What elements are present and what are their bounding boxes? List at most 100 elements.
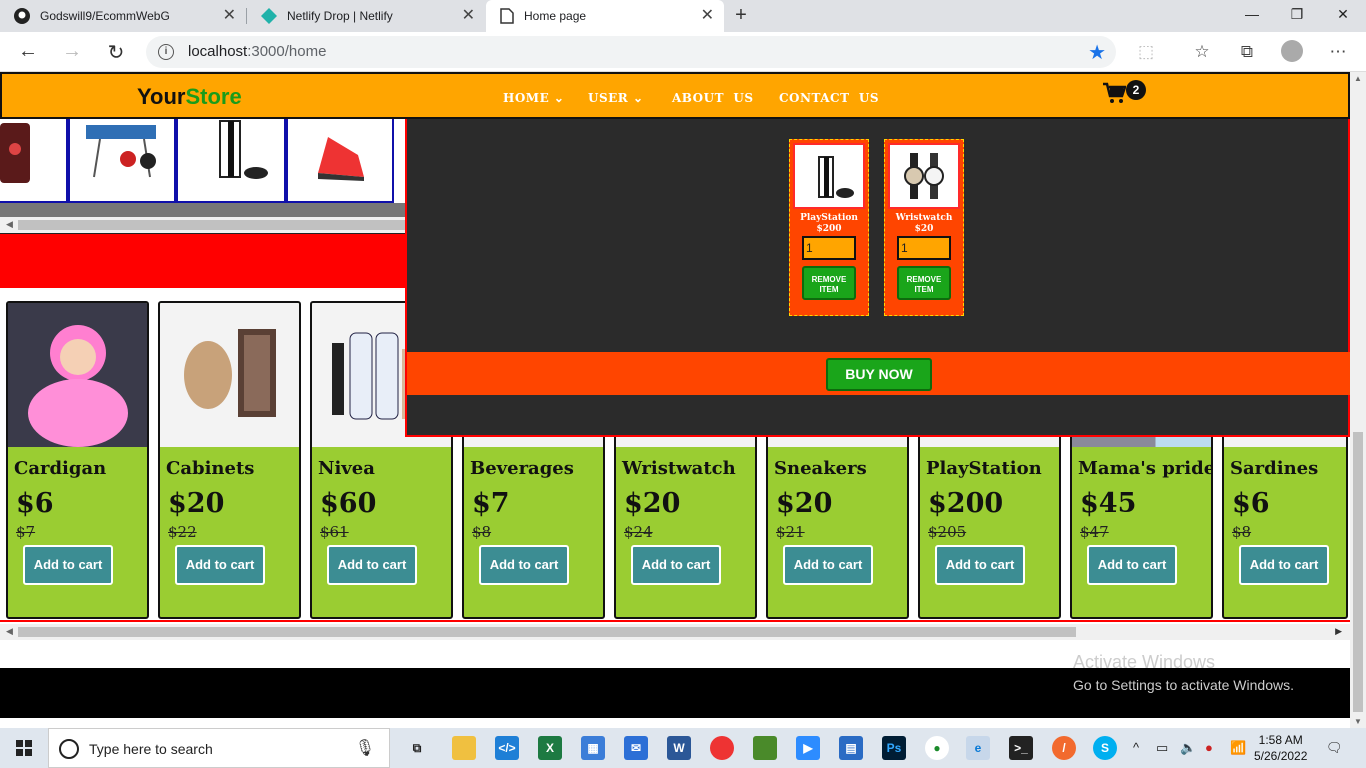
postman-icon[interactable]: / — [1052, 736, 1076, 760]
collections-icon[interactable]: ⧉ — [1236, 42, 1258, 62]
back-icon[interactable]: ← — [16, 40, 40, 63]
browser-toolbar: ← → ↻ i localhost:3000/home ★ ⬚ ☆ ⧉ ⋯ — [0, 32, 1366, 72]
cart-icon[interactable] — [1102, 82, 1127, 110]
profile-avatar[interactable] — [1281, 40, 1303, 62]
scrollbar-thumb[interactable] — [18, 627, 1076, 637]
windows-start-icon[interactable] — [16, 740, 32, 756]
taskbar-clock[interactable]: 1:58 AM 5/26/2022 — [1254, 732, 1307, 764]
nav-contact-us[interactable]: CONTACT US — [779, 91, 879, 105]
microphone-icon[interactable]: 🎙 — [355, 738, 375, 758]
product-name: Cardigan — [14, 458, 107, 479]
zoom-icon[interactable]: ▶ — [796, 736, 820, 760]
carousel-item[interactable] — [68, 119, 176, 203]
nav-home[interactable]: HOME ⌄ — [503, 91, 564, 105]
file-explorer-icon[interactable] — [452, 736, 476, 760]
favorites-icon[interactable]: ☆ — [1191, 42, 1213, 62]
scroll-up-icon[interactable]: ▲ — [1354, 74, 1362, 83]
vscode-icon[interactable]: </> — [495, 736, 519, 760]
task-view-icon[interactable]: ⧉ — [405, 736, 429, 760]
nav-about-us[interactable]: ABOUT US — [672, 91, 754, 105]
battery-icon[interactable]: ▭ — [1156, 740, 1168, 756]
site-info-icon[interactable]: i — [158, 44, 174, 60]
restore-icon[interactable]: ❐ — [1287, 6, 1307, 23]
footer — [0, 668, 1350, 718]
skype-icon[interactable]: S — [1093, 736, 1117, 760]
scroll-down-icon[interactable]: ▼ — [1354, 717, 1362, 726]
page-scrollbar[interactable]: ▲ ▼ — [1350, 72, 1366, 728]
close-window-icon[interactable]: ✕ — [1333, 6, 1353, 23]
extension-icon[interactable]: ⬚ — [1135, 42, 1157, 62]
banner-band — [0, 234, 405, 288]
scroll-left-icon[interactable]: ◀ — [6, 626, 13, 637]
page-icon — [500, 8, 514, 24]
scrollbar-thumb[interactable] — [1353, 432, 1363, 712]
sneakers-image — [318, 137, 364, 181]
site-logo[interactable]: YourStore — [137, 84, 242, 110]
product-name: Beverages — [470, 458, 574, 479]
add-to-cart-button[interactable]: Add to cart — [631, 545, 721, 585]
remove-item-button[interactable]: REMOVE ITEM — [897, 266, 951, 300]
add-to-cart-button[interactable]: Add to cart — [1239, 545, 1329, 585]
edge-icon[interactable]: e — [966, 736, 990, 760]
add-to-cart-button[interactable]: Add to cart — [1087, 545, 1177, 585]
tab-github[interactable]: Godswill9/EcommWebG ✕ — [0, 0, 246, 32]
terminal-icon[interactable]: >_ — [1009, 736, 1033, 760]
product-price: $7 — [472, 488, 510, 519]
bookmark-star-icon[interactable]: ★ — [1088, 40, 1106, 65]
show-hidden-icons[interactable]: ^ — [1133, 740, 1139, 755]
search-placeholder: Type here to search — [89, 741, 213, 757]
scroll-right-icon[interactable]: ▶ — [1335, 626, 1342, 637]
buy-now-button[interactable]: BUY NOW — [826, 358, 932, 391]
new-tab-icon[interactable]: + — [731, 4, 751, 27]
add-to-cart-button[interactable]: Add to cart — [23, 545, 113, 585]
product-card: Cabinets $20 $22 Add to cart — [158, 301, 301, 619]
carousel-scrollbar[interactable]: ◀ — [0, 217, 405, 233]
store-icon[interactable]: ▦ — [581, 736, 605, 760]
carousel-item[interactable] — [286, 119, 394, 203]
product-price: $6 — [16, 488, 54, 519]
carousel-item[interactable] — [176, 119, 286, 203]
add-to-cart-button[interactable]: Add to cart — [783, 545, 873, 585]
volume-icon[interactable]: 🔈 — [1180, 740, 1196, 756]
minimize-icon[interactable]: — — [1242, 6, 1262, 22]
nav-user[interactable]: USER ⌄ — [588, 91, 644, 105]
mongodb-icon[interactable]: ● — [925, 736, 949, 760]
chart-app-icon[interactable] — [753, 736, 777, 760]
tab-home-page[interactable]: Home page ✕ — [486, 0, 724, 32]
photoshop-icon[interactable]: Ps — [882, 736, 906, 760]
close-tab-icon[interactable]: ✕ — [462, 8, 475, 24]
product-price: $20 — [624, 488, 681, 519]
action-center-icon[interactable]: 🗨 — [1326, 740, 1343, 756]
excel-icon[interactable]: X — [538, 736, 562, 760]
add-to-cart-button[interactable]: Add to cart — [175, 545, 265, 585]
forward-icon[interactable]: → — [60, 40, 84, 63]
remove-item-button[interactable]: REMOVE ITEM — [802, 266, 856, 300]
quantity-input[interactable]: 1 — [802, 236, 856, 260]
refresh-icon[interactable]: ↻ — [104, 40, 128, 65]
mail-icon[interactable]: ✉ — [624, 736, 648, 760]
quantity-input[interactable]: 1 — [897, 236, 951, 260]
add-to-cart-button[interactable]: Add to cart — [479, 545, 569, 585]
news-icon[interactable]: ▤ — [839, 736, 863, 760]
clock-time: 1:58 AM — [1258, 733, 1303, 747]
page-viewport: ◀ Cardigan $6 $7 Add to cart Cabinets $2… — [0, 72, 1350, 720]
cart-item-price: $20 — [914, 224, 934, 234]
scroll-left-icon[interactable]: ◀ — [6, 219, 13, 230]
product-old-price: $205 — [928, 523, 967, 541]
product-old-price: $24 — [624, 523, 653, 541]
wifi-icon[interactable]: 📶 — [1230, 740, 1246, 756]
scrollbar-thumb[interactable] — [18, 220, 405, 230]
close-tab-icon[interactable]: ✕ — [701, 8, 714, 24]
add-to-cart-button[interactable]: Add to cart — [935, 545, 1025, 585]
address-bar[interactable]: i localhost:3000/home ★ — [146, 36, 1116, 68]
more-options-icon[interactable]: ⋯ — [1327, 42, 1349, 62]
chrome-icon[interactable] — [710, 736, 734, 760]
taskbar-search-box[interactable]: Type here to search 🎙 — [48, 728, 390, 768]
notification-status-icon[interactable]: ● — [1205, 740, 1213, 755]
product-list-scrollbar[interactable]: ◀ ▶ — [0, 624, 1350, 640]
carousel-item[interactable] — [0, 119, 68, 203]
word-icon[interactable]: W — [667, 736, 691, 760]
tab-netlify[interactable]: Netlify Drop | Netlify ✕ — [247, 0, 485, 32]
add-to-cart-button[interactable]: Add to cart — [327, 545, 417, 585]
close-tab-icon[interactable]: ✕ — [223, 8, 236, 24]
